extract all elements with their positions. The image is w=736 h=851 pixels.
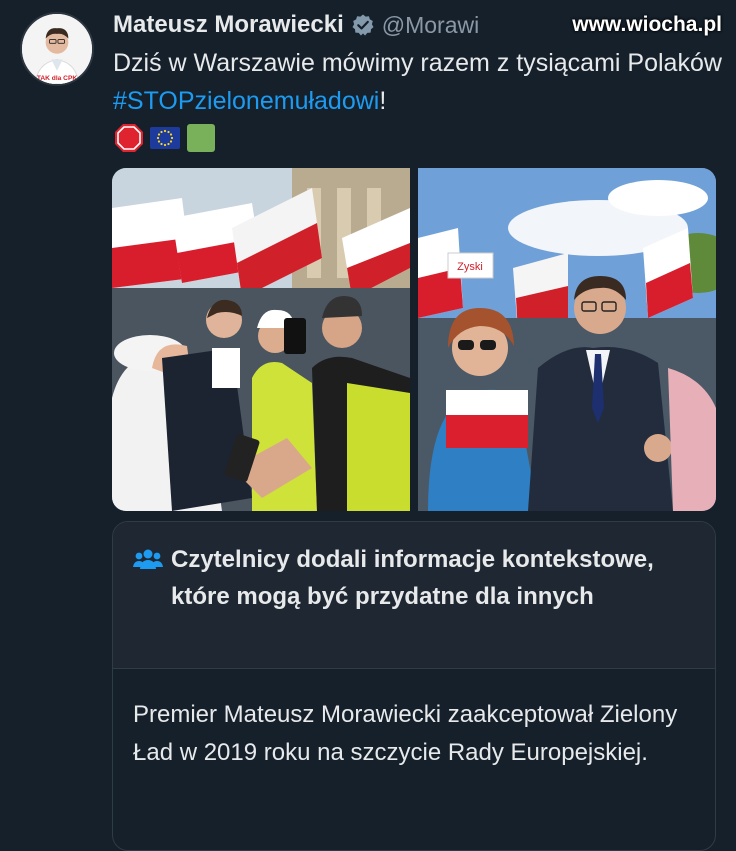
watermark: www.wiocha.pl (572, 13, 722, 36)
tweet: TAK dla CPK Mateusz Morawiecki @Morawi w… (0, 0, 736, 851)
tweet-text-end: ! (379, 87, 387, 115)
community-note-body: Premier Mateusz Morawiecki zaakceptował … (133, 701, 678, 766)
community-note: Czytelnicy dodali informacje kontekstowe… (112, 521, 716, 851)
author-handle[interactable]: @Morawi (382, 12, 479, 39)
avatar-caption: TAK dla CPK (37, 75, 77, 82)
author-name[interactable]: Mateusz Morawiecki (113, 11, 344, 39)
green-square-icon (187, 124, 215, 152)
march-photo: Zyski (418, 168, 716, 511)
author-avatar[interactable]: TAK dla CPK (20, 12, 94, 86)
tweet-header: Mateusz Morawiecki @Morawi (113, 8, 479, 42)
verified-badge-icon (352, 14, 374, 36)
avatar-image: TAK dla CPK (22, 14, 92, 84)
sign-text: Zyski (457, 261, 483, 273)
eu-flag-icon (150, 127, 180, 149)
emoji-row (113, 122, 217, 154)
tweet-text: Dziś w Warszawie mówimy razem z tysiącam… (113, 44, 723, 120)
stop-sign-icon (115, 124, 143, 152)
tweet-photos: Zyski (112, 168, 716, 511)
community-note-header: Czytelnicy dodali informacje kontekstowe… (113, 522, 715, 669)
photo-left[interactable] (112, 168, 410, 511)
selfie-photo (112, 168, 410, 511)
community-note-title[interactable]: Czytelnicy dodali informacje kontekstowe… (171, 541, 711, 615)
photo-right[interactable]: Zyski (418, 168, 716, 511)
people-icon (133, 549, 163, 569)
tweet-text-start: Dziś w Warszawie mówimy razem z tysiącam… (113, 49, 722, 77)
hashtag-link[interactable]: #STOPzielonemuładowi (113, 87, 379, 115)
